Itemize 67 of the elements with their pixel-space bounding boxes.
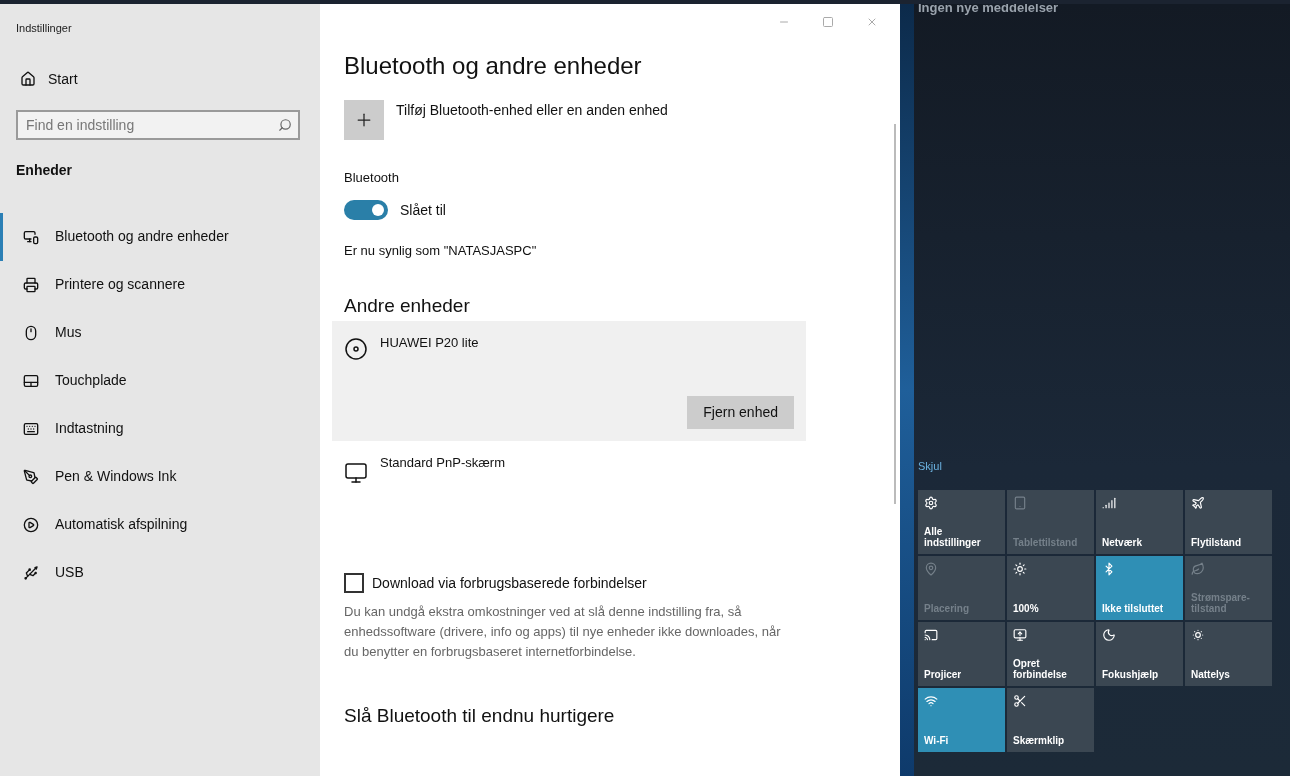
touchpad-icon [23,372,39,389]
nav-item[interactable]: Automatisk afspilning [0,500,320,549]
printer-icon [23,276,39,293]
device-name: Standard PnP-skærm [380,453,505,472]
nav-item[interactable]: Printere og scannere [0,260,320,309]
section-heading: Enheder [16,160,73,180]
quick-action-tile[interactable]: Ikke tilsluttet [1096,556,1183,620]
device-icon [344,336,368,361]
nav-item[interactable]: USB [0,548,320,597]
nav-item[interactable]: Touchplade [0,356,320,405]
signal-icon [1102,496,1116,510]
description-text: Du kan undgå ekstra omkostninger ved at slå denne indstilling fra, så enhedssoftware (drivere, info og apps) til nye enheder ikke downloades, når du benytter en forbrugsbaseret internetforbindelse. [344,602,782,661]
device-item[interactable]: Standard PnP-skærm [332,440,806,521]
quick-action-tile[interactable]: Fokushjælp [1096,622,1183,686]
quick-action-tile[interactable]: 100% [1007,556,1094,620]
play-icon [23,516,39,533]
quick-action-tile[interactable]: Skærmklip [1007,688,1094,752]
sun-icon [1013,562,1027,576]
page-title: Bluetooth og andre enheder [344,51,643,81]
usb-icon [23,564,39,581]
nav-item[interactable]: Pen & Windows Ink [0,452,320,501]
tablet-icon [1013,496,1027,510]
maximize-icon[interactable] [822,16,834,28]
device-item[interactable]: HUAWEI P20 lite Fjern enhed [332,320,806,441]
visibility-text: Er nu synlig som "NATASJASPC" [344,241,538,260]
nav-item[interactable]: Indtastning [0,404,320,453]
home-link[interactable]: Start [20,68,320,90]
devices-icon [23,228,39,245]
quick-action-tile[interactable]: Alle indstillinger [918,490,1005,554]
close-icon[interactable] [866,16,878,28]
add-device-button[interactable] [344,100,384,140]
airplane-icon [1191,496,1205,510]
moon-icon [1102,628,1116,642]
bluetooth-toggle[interactable] [344,200,388,220]
quick-action-tile[interactable]: Flytilstand [1185,490,1272,554]
sun-icon [1191,628,1205,642]
quick-action-tile[interactable]: Nattelys [1185,622,1272,686]
wifi-icon [924,694,938,708]
bluetooth-label: Bluetooth [344,169,400,187]
cast-icon [924,628,938,642]
toggle-state: Slået til [400,200,446,220]
pen-icon [23,468,39,485]
section-heading: Andre enheder [344,294,471,318]
add-device-link[interactable]: Tilføj Bluetooth-enhed eller en anden enhed [396,100,668,121]
keyboard-icon [23,420,39,437]
search-field[interactable]: Find en indstilling [16,109,300,140]
monitor-icon [344,460,368,485]
quick-action-tile[interactable]: Opret forbindelse [1007,622,1094,686]
quick-action-tile[interactable]: Wi-Fi [918,688,1005,752]
collapse-link[interactable]: Skjul [918,457,1290,474]
device-name: HUAWEI P20 lite [380,333,479,352]
quick-action-tile[interactable]: Netværk [1096,490,1183,554]
window-title: Indstillinger [16,21,73,36]
settings-icon [924,496,938,510]
home-icon [20,71,36,87]
nav-item[interactable]: Mus [0,308,320,357]
search-icon [278,117,292,132]
checkbox[interactable] [344,573,364,593]
mouse-icon [23,324,39,341]
location-icon [924,562,938,576]
scissors-icon [1013,694,1027,708]
section-heading: Slå Bluetooth til endnu hurtigere [344,703,616,728]
quick-action-tile[interactable]: Projicer [918,622,1005,686]
leaf-icon [1191,562,1205,576]
checkbox-label: Download via forbrugsbaserede forbindelser [372,573,647,593]
screen-icon [1013,628,1027,642]
remove-device-button[interactable]: Fjern enhed [687,395,794,429]
